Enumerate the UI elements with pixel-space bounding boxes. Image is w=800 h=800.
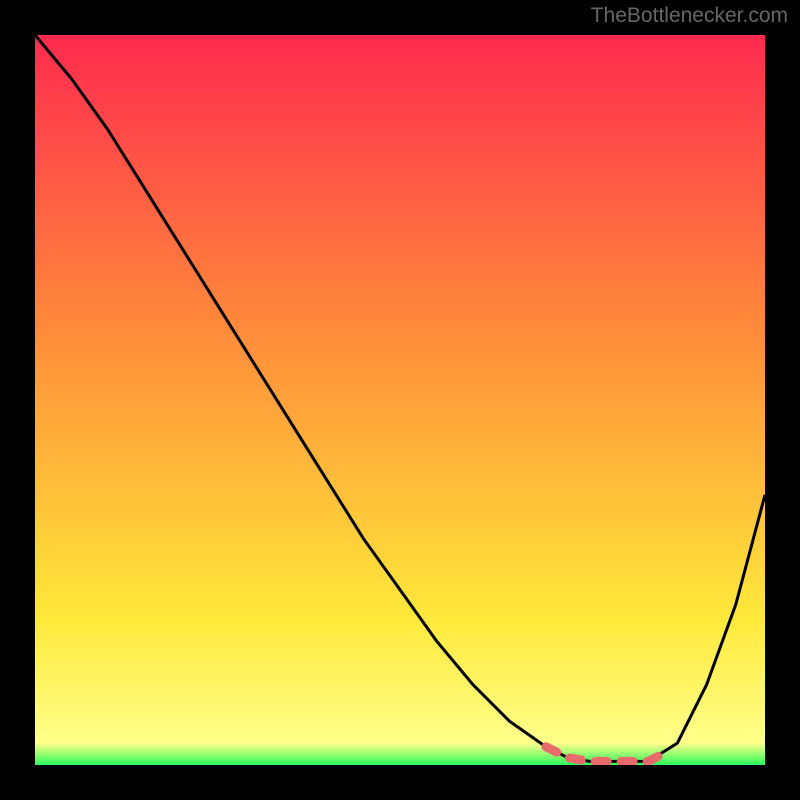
plot-area bbox=[35, 35, 765, 765]
gradient-background bbox=[35, 35, 765, 765]
chart-svg bbox=[35, 35, 765, 765]
chart-container: TheBottlenecker.com bbox=[0, 0, 800, 800]
watermark: TheBottlenecker.com bbox=[591, 4, 788, 28]
